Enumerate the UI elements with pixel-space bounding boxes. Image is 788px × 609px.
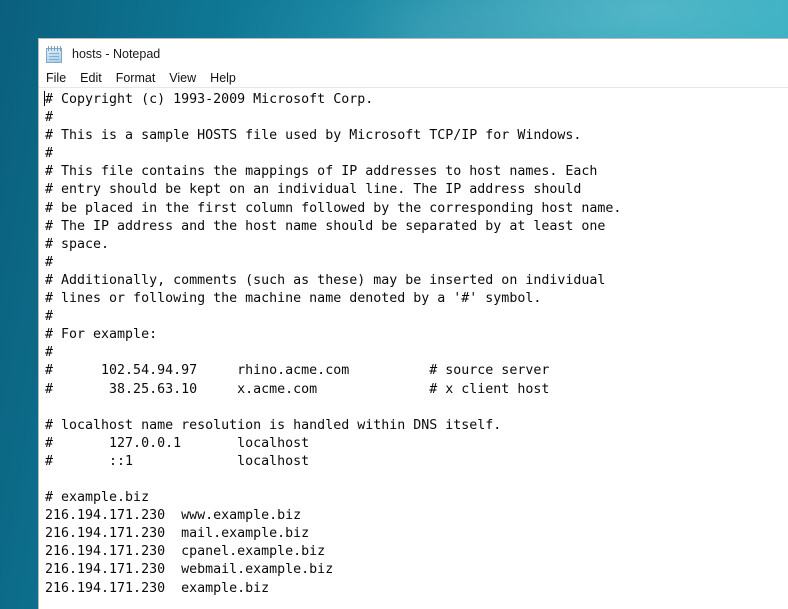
menu-item-format[interactable]: Format (116, 72, 164, 85)
window-title: hosts - Notepad (72, 46, 161, 61)
text-caret (44, 91, 45, 106)
menu-item-view[interactable]: View (169, 72, 204, 85)
menu-item-file[interactable]: File (46, 72, 74, 85)
title-bar[interactable]: hosts - Notepad (39, 39, 788, 69)
menu-bar: File Edit Format View Help (39, 69, 788, 88)
text-editor-area[interactable]: # Copyright (c) 1993-2009 Microsoft Corp… (39, 88, 788, 609)
notepad-icon (46, 46, 63, 63)
hosts-file-text[interactable]: # Copyright (c) 1993-2009 Microsoft Corp… (39, 89, 788, 598)
notepad-window: hosts - Notepad File Edit Format View He… (38, 38, 788, 609)
menu-item-help[interactable]: Help (210, 72, 244, 85)
menu-item-edit[interactable]: Edit (80, 72, 110, 85)
